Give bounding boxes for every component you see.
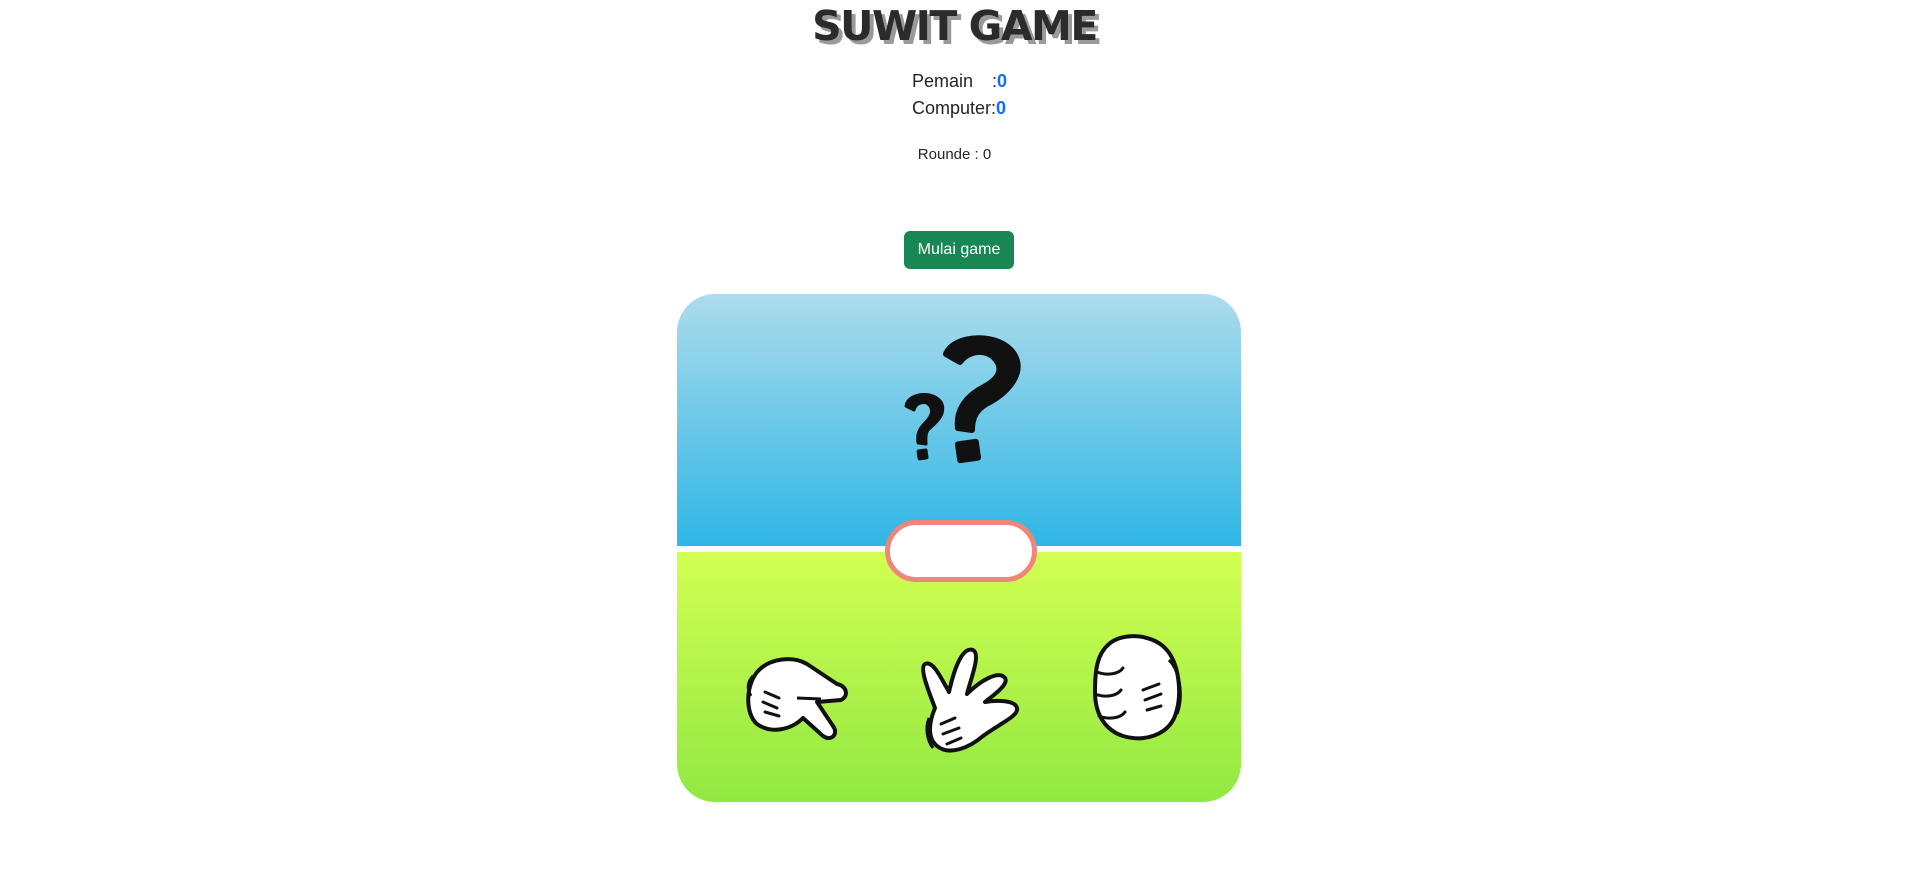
question-marks-icon: [904, 335, 1021, 464]
result-display: [885, 520, 1037, 582]
scissors-hand-icon[interactable]: [743, 652, 851, 752]
rock-hand-icon[interactable]: [1089, 632, 1185, 744]
player-score-label: Pemain: [912, 71, 974, 91]
start-game-button[interactable]: Mulai game: [904, 231, 1014, 269]
game-page: SUWIT GAME Pemain:0 Computer:0 Rounde : …: [0, 0, 1909, 872]
computer-score-value: 0: [996, 98, 1007, 118]
computer-score-label: Computer: [912, 98, 992, 118]
round-counter: Rounde : 0: [917, 146, 992, 163]
computer-area: [677, 294, 1241, 546]
player-score-row: Pemain:0: [912, 68, 1007, 95]
paper-hand-icon[interactable]: [915, 644, 1023, 756]
player-area: [677, 552, 1241, 802]
game-title: SUWIT GAME: [812, 2, 1098, 50]
player-score-value: 0: [997, 71, 1008, 91]
computer-score-row: Computer:0: [912, 95, 1007, 122]
scoreboard: Pemain:0 Computer:0: [912, 68, 1007, 122]
